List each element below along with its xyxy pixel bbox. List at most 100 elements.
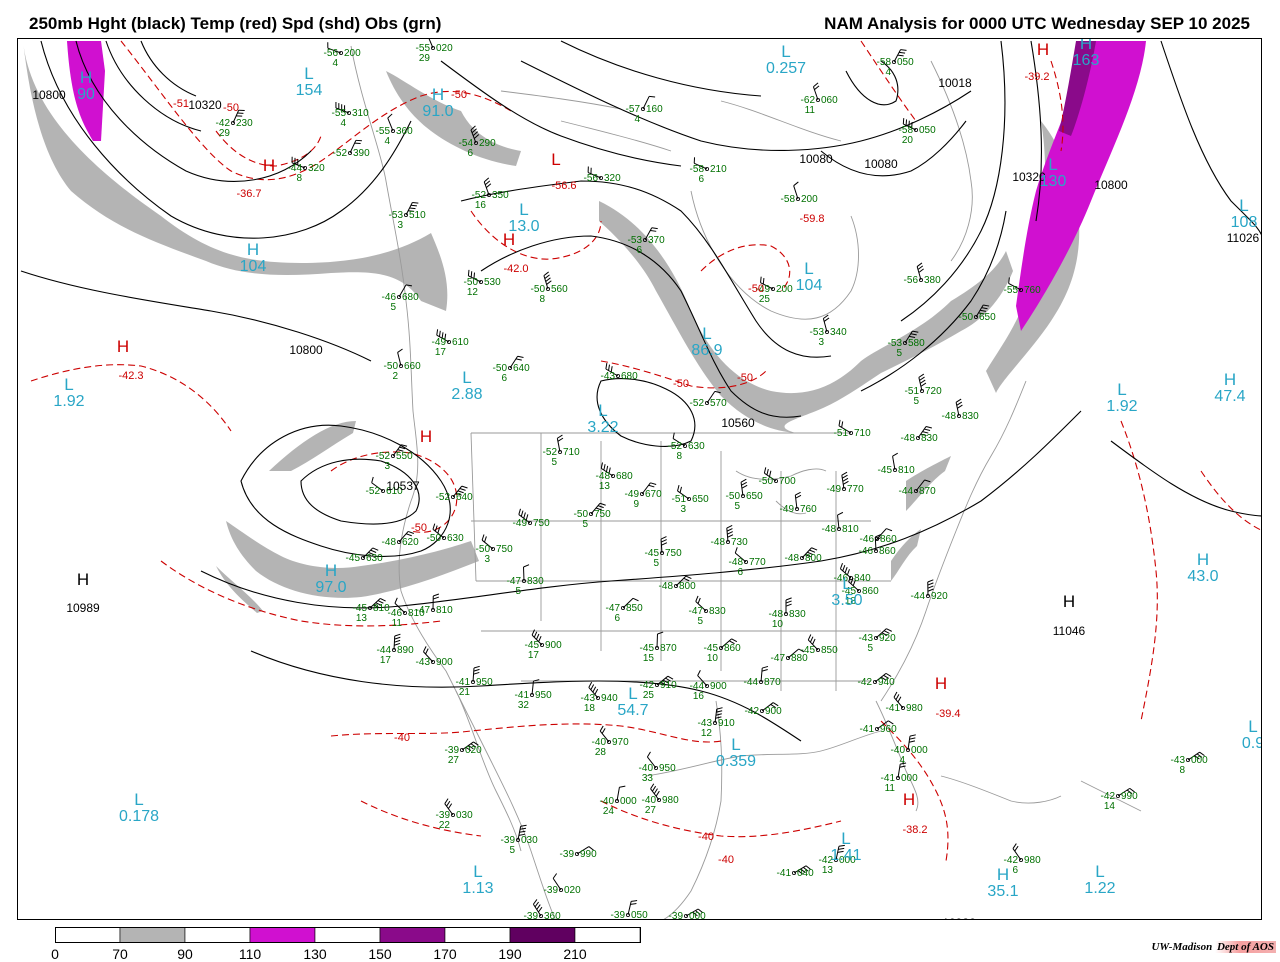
center-letter: L (804, 259, 813, 278)
obs-dewpoint-depression: 8 (539, 294, 545, 305)
colorbar-segment (250, 927, 315, 943)
wind-barb-feather (843, 478, 848, 481)
obs-height: 510 (409, 210, 426, 221)
wind-barb-feather (533, 899, 537, 904)
obs-height: 380 (924, 275, 941, 286)
obs-temperature: -52 (366, 486, 381, 497)
wind-barb-feather (433, 594, 439, 596)
station-plot: -4394018 (581, 693, 619, 714)
wind-barb-feather (696, 596, 698, 602)
wind-barb-feather (539, 636, 541, 641)
wind-barb-feather (468, 270, 469, 276)
center-letter: L (1048, 155, 1057, 174)
obs-height: 760 (1024, 285, 1041, 296)
wind-barb-feather (920, 380, 925, 383)
obs-dewpoint-depression: 15 (643, 653, 655, 664)
obs-height: 920 (879, 633, 896, 644)
high-center: H (935, 674, 947, 693)
obs-height: 860 (879, 546, 896, 557)
obs-dewpoint-depression: 9 (633, 499, 639, 510)
wind-barb-feather (928, 580, 934, 582)
obs-height: 550 (396, 451, 413, 462)
colorbar-segment (185, 927, 250, 943)
wind-barb-feather (956, 399, 961, 402)
wind-barb-feather (485, 181, 490, 185)
station-plot: -457505 (645, 548, 683, 569)
obs-height: 580 (908, 338, 925, 349)
height-label: 10018 (938, 76, 972, 90)
wind-barb-feather (380, 598, 385, 601)
wind-barb-feather (485, 536, 487, 542)
wind-barb-feather (538, 907, 542, 912)
wind-barb-feather (796, 495, 801, 498)
wind-barb-feather (656, 791, 659, 796)
obs-dewpoint-depression: 5 (697, 616, 703, 627)
map-title: 250mb Hght (black) Temp (red) Spd (shd) … (29, 14, 441, 34)
wind-barb-feather (423, 646, 426, 651)
wind-barb-feather (474, 669, 480, 671)
height-label: 11026 (1227, 231, 1260, 245)
station-plot: -487706 (729, 557, 767, 578)
obs-height: 730 (731, 537, 748, 548)
wind-barb-feather (910, 738, 916, 739)
center-letter: L (304, 64, 313, 83)
wind-barb-feather (886, 529, 892, 531)
station-plot: -4291025 (640, 680, 678, 701)
wind-barb-feather (649, 485, 655, 487)
mexico-gulf-coast (661, 701, 722, 920)
obs-height: 750 (665, 548, 682, 559)
center-letter: H (77, 570, 89, 589)
station-plot: -506505 (726, 491, 764, 512)
obs-temperature: -47 (771, 653, 786, 664)
wind-barb-feather (474, 672, 480, 674)
obs-height: 870 (919, 486, 936, 497)
wind-barb-feather (686, 576, 691, 578)
obs-height: 360 (544, 911, 561, 920)
wind-barb-feather (812, 548, 818, 550)
obs-dewpoint-depression: 11 (885, 783, 896, 794)
obs-height: 980 (662, 795, 679, 806)
wind-barb-staff (473, 668, 474, 682)
low-center: L1.41 (830, 829, 861, 864)
wind-barb-feather (957, 405, 962, 408)
temperature-label: -50 (451, 89, 467, 101)
obs-height: 950 (535, 690, 552, 701)
center-letter: H (997, 865, 1009, 884)
obs-dewpoint-depression: 33 (642, 773, 654, 784)
colorbar-segment (445, 927, 510, 943)
obs-dewpoint-depression: 17 (528, 650, 540, 661)
low-center: L108 (1231, 196, 1258, 231)
obs-height: 830 (921, 433, 938, 444)
wind-barb-feather (786, 598, 792, 600)
wind-barb-feather (673, 433, 674, 439)
center-letter: L (1095, 862, 1104, 881)
station-plot: -5053012 (464, 277, 502, 298)
obs-dewpoint-depression: 13 (822, 865, 834, 876)
temperature-label: -39.4 (935, 708, 960, 720)
obs-temperature: -42 (858, 677, 873, 688)
obs-temperature: -49 (513, 518, 528, 529)
obs-height: 890 (397, 645, 414, 656)
wind-barb-feather (536, 634, 538, 639)
obs-dewpoint-depression: 13 (356, 613, 368, 624)
obs-dewpoint-depression: 20 (902, 135, 914, 146)
wind-barb-feather (732, 639, 737, 642)
obs-temperature: -48 (942, 411, 957, 422)
obs-dewpoint-depression: 4 (899, 755, 905, 766)
wind-barb-feather (761, 277, 762, 283)
wind-barb-staff (838, 515, 839, 529)
station-plot: -553604 (376, 126, 414, 147)
wind-barb-feather (593, 687, 596, 692)
low-center: L (551, 150, 560, 169)
obs-height: 900 (545, 640, 562, 651)
height-label: 10320 (188, 98, 222, 112)
wind-barb-feather (896, 694, 899, 699)
station-plot: -526308 (668, 441, 706, 462)
obs-temperature: -50 (759, 476, 774, 487)
center-value: 104 (796, 277, 823, 294)
center-value: 3.22 (587, 419, 618, 436)
wind-barb-feather (657, 632, 663, 634)
obs-height: 720 (925, 386, 942, 397)
obs-height: 020 (465, 745, 482, 756)
station-plot: -4490016 (690, 681, 728, 702)
